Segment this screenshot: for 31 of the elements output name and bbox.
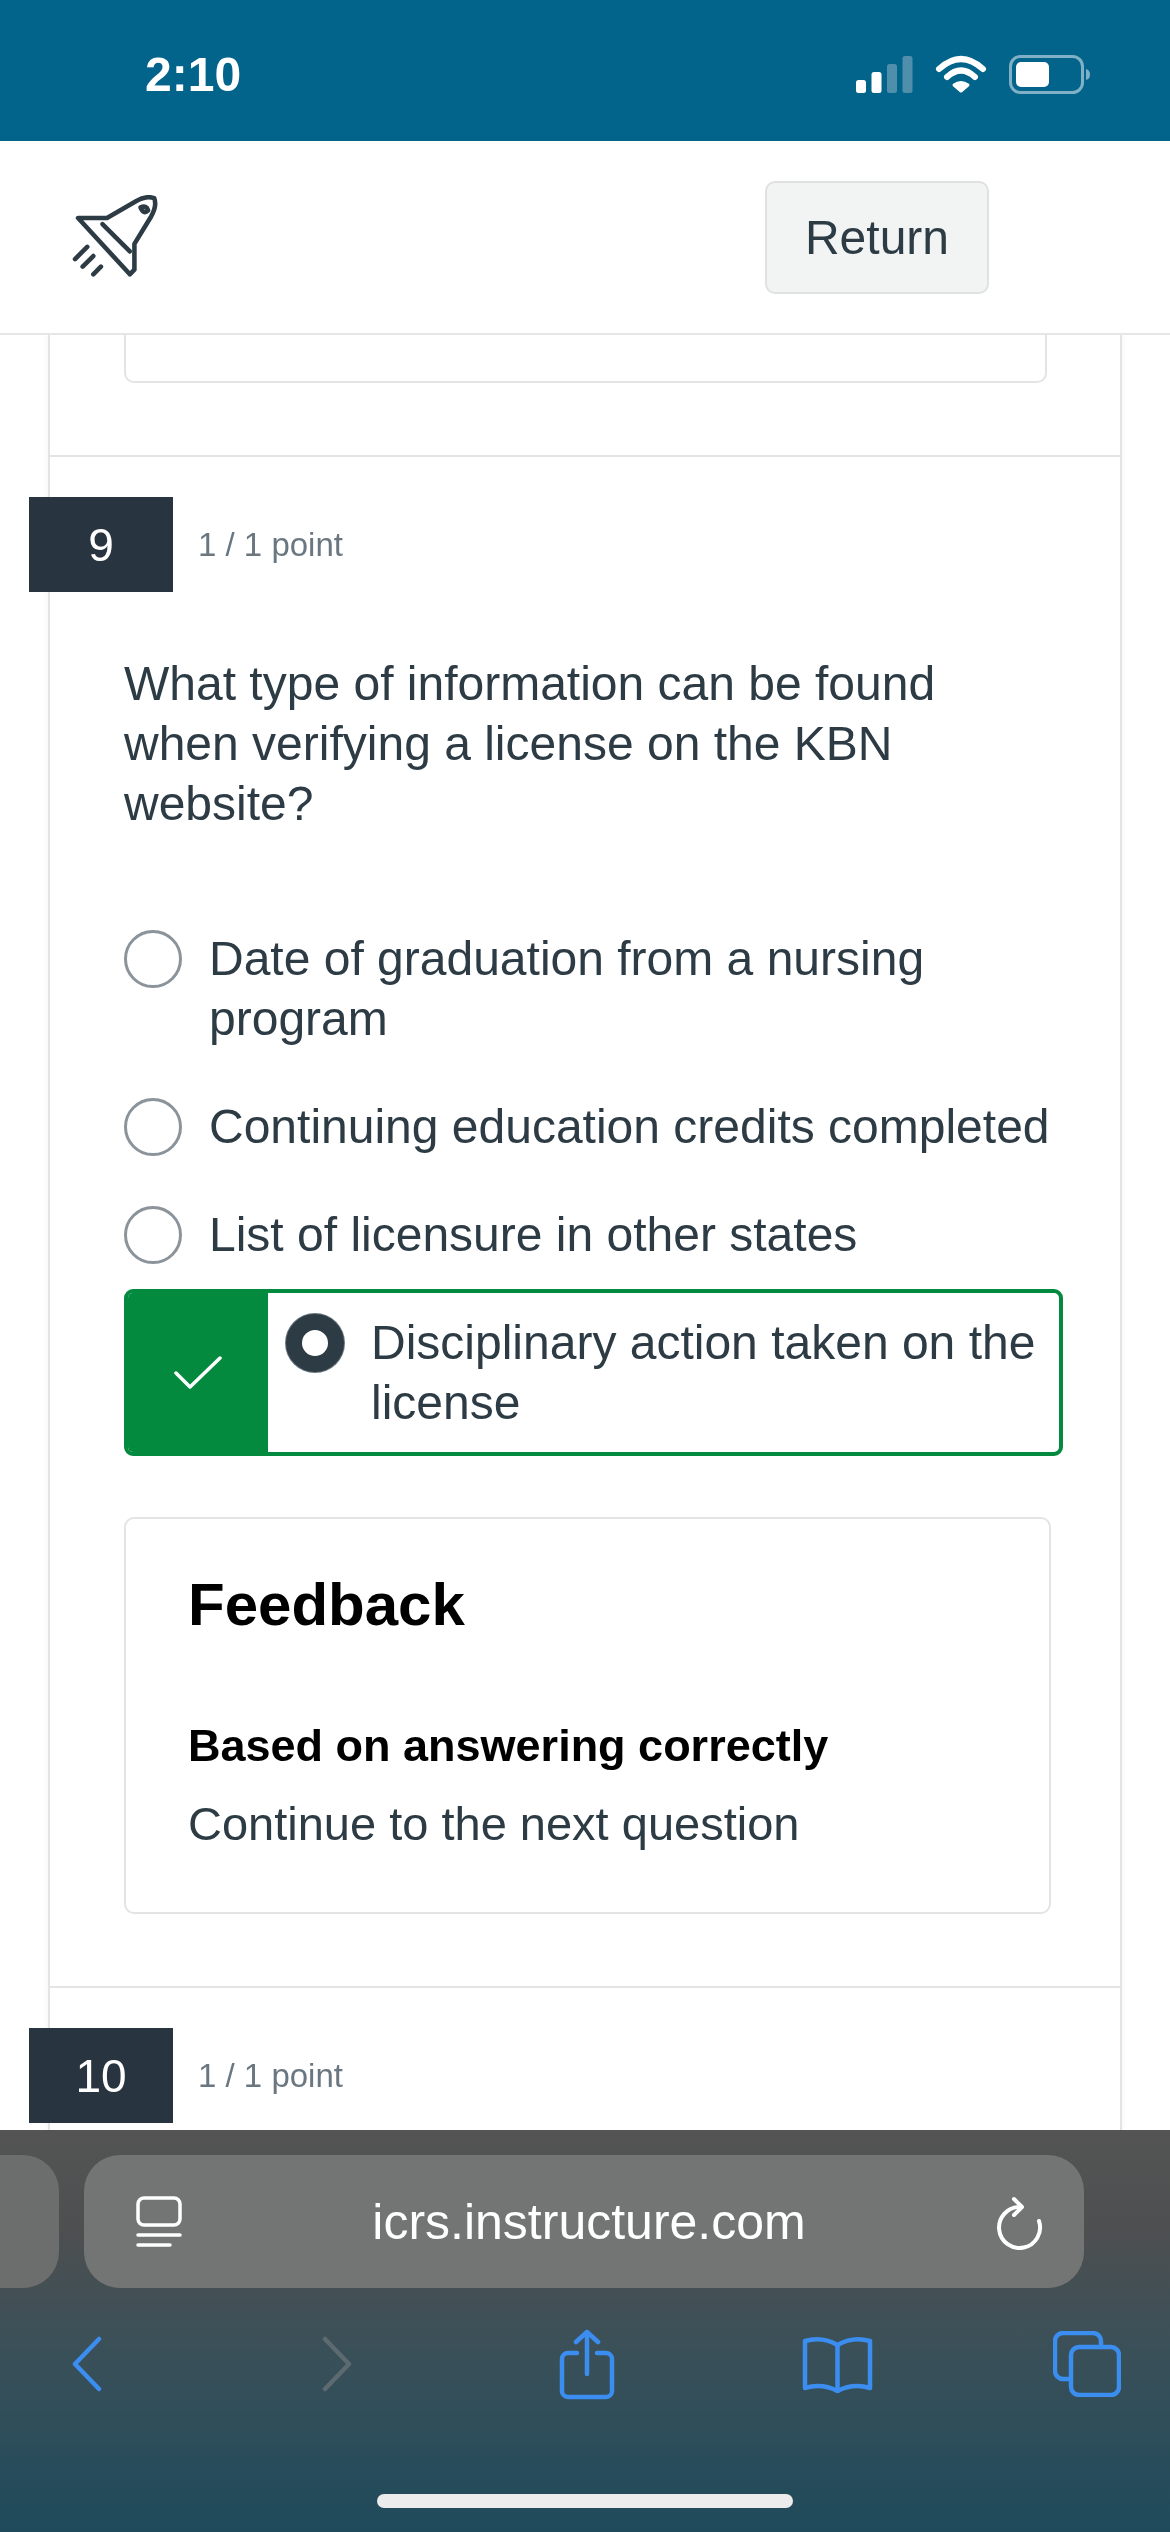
signal-icon	[856, 56, 913, 93]
rocket-icon	[72, 195, 158, 279]
feedback-title: Feedback	[188, 1570, 466, 1640]
answer-text: Date of graduation from a nursing program	[209, 931, 926, 1047]
address-bar[interactable]: icrs.instructure.com	[84, 2155, 1084, 2288]
status-time: 2:10	[145, 46, 242, 103]
book-icon[interactable]	[801, 2335, 873, 2393]
url-text[interactable]: icrs.instructure.com	[182, 2192, 996, 2251]
feedback-subtitle: Based on answering correctly	[188, 1719, 830, 1773]
answer-text: Continuing education credits completed	[209, 1099, 1050, 1155]
check-icon	[174, 1356, 222, 1389]
radio-button[interactable]	[286, 1314, 344, 1372]
share-icon[interactable]	[559, 2328, 615, 2400]
back-icon[interactable]	[72, 2336, 102, 2392]
radio-button[interactable]	[124, 930, 182, 988]
question-number: 10	[29, 2028, 173, 2123]
return-button[interactable]: Return	[765, 180, 989, 294]
battery-icon	[1009, 55, 1091, 94]
feedback-text: Continue to the next question	[188, 1796, 801, 1852]
wifi-icon	[935, 55, 987, 94]
adjacent-tab[interactable]	[0, 2155, 59, 2288]
reader-icon[interactable]	[136, 2195, 182, 2248]
tabs-icon[interactable]	[1053, 2331, 1121, 2397]
question-text: What type of information can be found when verifying a license on the KBN website?	[124, 656, 937, 832]
radio-button[interactable]	[124, 1098, 182, 1156]
answer-text: List of licensure in other states	[209, 1207, 858, 1263]
answer-text: Disciplinary action taken on the license	[371, 1315, 1037, 1431]
question-score: 1 / 1 point	[198, 525, 343, 564]
question-score: 1 / 1 point	[198, 2056, 343, 2095]
question-number: 9	[29, 497, 173, 592]
radio-button[interactable]	[124, 1206, 182, 1264]
